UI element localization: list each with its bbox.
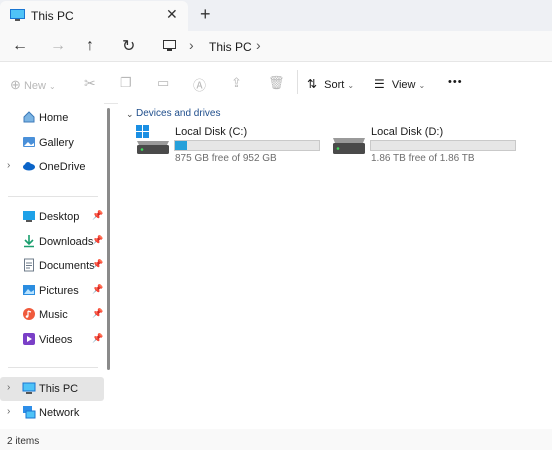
chevron-down-icon: ⌄ <box>49 82 56 91</box>
address-bar-row <box>0 31 552 61</box>
toolbar-divider <box>297 70 298 94</box>
sidebar-item-label: Home <box>39 112 69 124</box>
status-bar <box>0 429 552 450</box>
chevron-down-icon: ⌄ <box>347 81 355 90</box>
onedrive-icon <box>23 162 35 171</box>
chevron-right-icon[interactable]: › <box>7 406 10 417</box>
view-button[interactable]: ☰ View ⌄ <box>374 77 425 91</box>
breadcrumb-expand-chevron[interactable]: › <box>256 37 261 53</box>
sidebar-item-label: Videos <box>39 334 73 346</box>
sort-label: Sort <box>324 79 345 91</box>
drive-c-name: Local Disk (C:) <box>175 126 248 138</box>
view-icon: ☰ <box>374 77 385 91</box>
tab-this-pc[interactable] <box>0 1 188 31</box>
sidebar-item-label: Music <box>39 309 68 321</box>
paste-icon[interactable]: ▭ <box>157 75 169 91</box>
breadcrumb-this-pc[interactable]: This PC <box>209 40 252 54</box>
pin-icon[interactable]: 📌 <box>92 235 103 246</box>
home-icon <box>23 111 35 123</box>
chevron-down-icon: ⌄ <box>418 81 426 90</box>
sidebar-item-onedrive[interactable]: › OneDrive <box>0 155 104 179</box>
refresh-button[interactable]: ↻ <box>122 36 135 56</box>
sort-icon: ⇅ <box>307 77 318 91</box>
sidebar-item-label: Desktop <box>39 211 80 223</box>
drive-c-icon <box>136 125 169 154</box>
chevron-right-icon[interactable]: › <box>7 160 10 171</box>
pictures-icon <box>23 285 35 295</box>
chevron-right-icon[interactable]: › <box>7 382 10 393</box>
close-tab-icon[interactable]: ✕ <box>166 6 178 23</box>
sidebar-item-label: Network <box>39 407 80 419</box>
downloads-icon <box>24 235 34 248</box>
drive-c-usage-bar <box>174 140 320 151</box>
new-button[interactable]: ⊕ New ⌄ <box>10 77 56 93</box>
sidebar-scrollbar[interactable] <box>107 108 110 370</box>
sidebar-item-network[interactable]: › Network <box>0 401 104 425</box>
gallery-icon <box>23 137 35 147</box>
sidebar-item-label: Downloads <box>39 236 94 248</box>
computer-icon <box>163 40 176 51</box>
sidebar-item-this-pc[interactable]: › This PC <box>0 377 104 401</box>
back-button[interactable]: ← <box>12 37 28 55</box>
drive-d-usage-bar <box>370 140 516 151</box>
plus-icon: ⊕ <box>10 77 21 92</box>
sidebar-divider <box>8 196 98 197</box>
pin-icon[interactable]: 📌 <box>92 210 103 221</box>
sidebar-item-label: OneDrive <box>39 161 86 173</box>
sidebar-item-videos[interactable]: Videos 📌 <box>0 328 104 352</box>
pin-icon[interactable]: 📌 <box>92 333 103 344</box>
sidebar-item-documents[interactable]: Documents 📌 <box>0 254 104 278</box>
pin-icon[interactable]: 📌 <box>92 259 103 270</box>
section-header[interactable]: Devices and drives <box>136 108 220 119</box>
pin-icon[interactable]: 📌 <box>92 308 103 319</box>
breadcrumb-separator: › <box>189 37 194 53</box>
this-pc-icon <box>22 382 36 394</box>
desktop-icon <box>23 211 35 222</box>
up-button[interactable]: ↑ <box>86 37 94 55</box>
view-label: View <box>391 79 416 91</box>
sidebar-item-desktop[interactable]: Desktop 📌 <box>0 205 104 229</box>
videos-icon <box>23 333 35 345</box>
chevron-down-icon[interactable]: ⌄ <box>126 109 134 120</box>
share-icon[interactable]: ⇪ <box>231 75 242 91</box>
sidebar-item-label: Documents <box>39 260 95 272</box>
this-pc-icon <box>10 9 25 21</box>
sidebar-item-gallery[interactable]: Gallery <box>0 131 104 155</box>
sidebar-item-label: Pictures <box>39 285 79 297</box>
item-count: 2 items <box>7 436 40 447</box>
sidebar-item-label: This PC <box>39 383 79 395</box>
new-tab-button[interactable]: + <box>200 4 211 25</box>
sort-button[interactable]: ⇅ Sort ⌄ <box>307 77 354 91</box>
new-label: New <box>23 80 46 92</box>
sidebar-item-label: Gallery <box>39 137 74 149</box>
more-options-button[interactable]: ••• <box>448 76 463 88</box>
rename-icon[interactable]: Ⓐ <box>193 75 206 94</box>
drive-c-free-space: 875 GB free of 952 GB <box>175 153 277 164</box>
music-icon <box>23 308 35 320</box>
pin-icon[interactable]: 📌 <box>92 284 103 295</box>
cut-icon[interactable]: ✂ <box>84 75 96 92</box>
sidebar-item-downloads[interactable]: Downloads 📌 <box>0 230 104 254</box>
drive-c-usage-fill <box>175 141 187 150</box>
documents-icon <box>24 258 34 272</box>
copy-icon[interactable]: ❐ <box>120 75 132 91</box>
sidebar-item-pictures[interactable]: Pictures 📌 <box>0 279 104 303</box>
tab-title: This PC <box>31 9 74 23</box>
sidebar-divider <box>8 367 98 368</box>
sidebar-item-home[interactable]: Home <box>0 106 104 130</box>
drive-d-icon <box>333 138 365 154</box>
delete-icon[interactable]: 🗑 <box>268 75 285 91</box>
sidebar-item-music[interactable]: Music 📌 <box>0 303 104 327</box>
drive-d-free-space: 1.86 TB free of 1.86 TB <box>371 153 475 164</box>
forward-button[interactable]: → <box>50 37 66 55</box>
network-icon <box>23 406 36 419</box>
drive-d-name: Local Disk (D:) <box>371 126 444 138</box>
